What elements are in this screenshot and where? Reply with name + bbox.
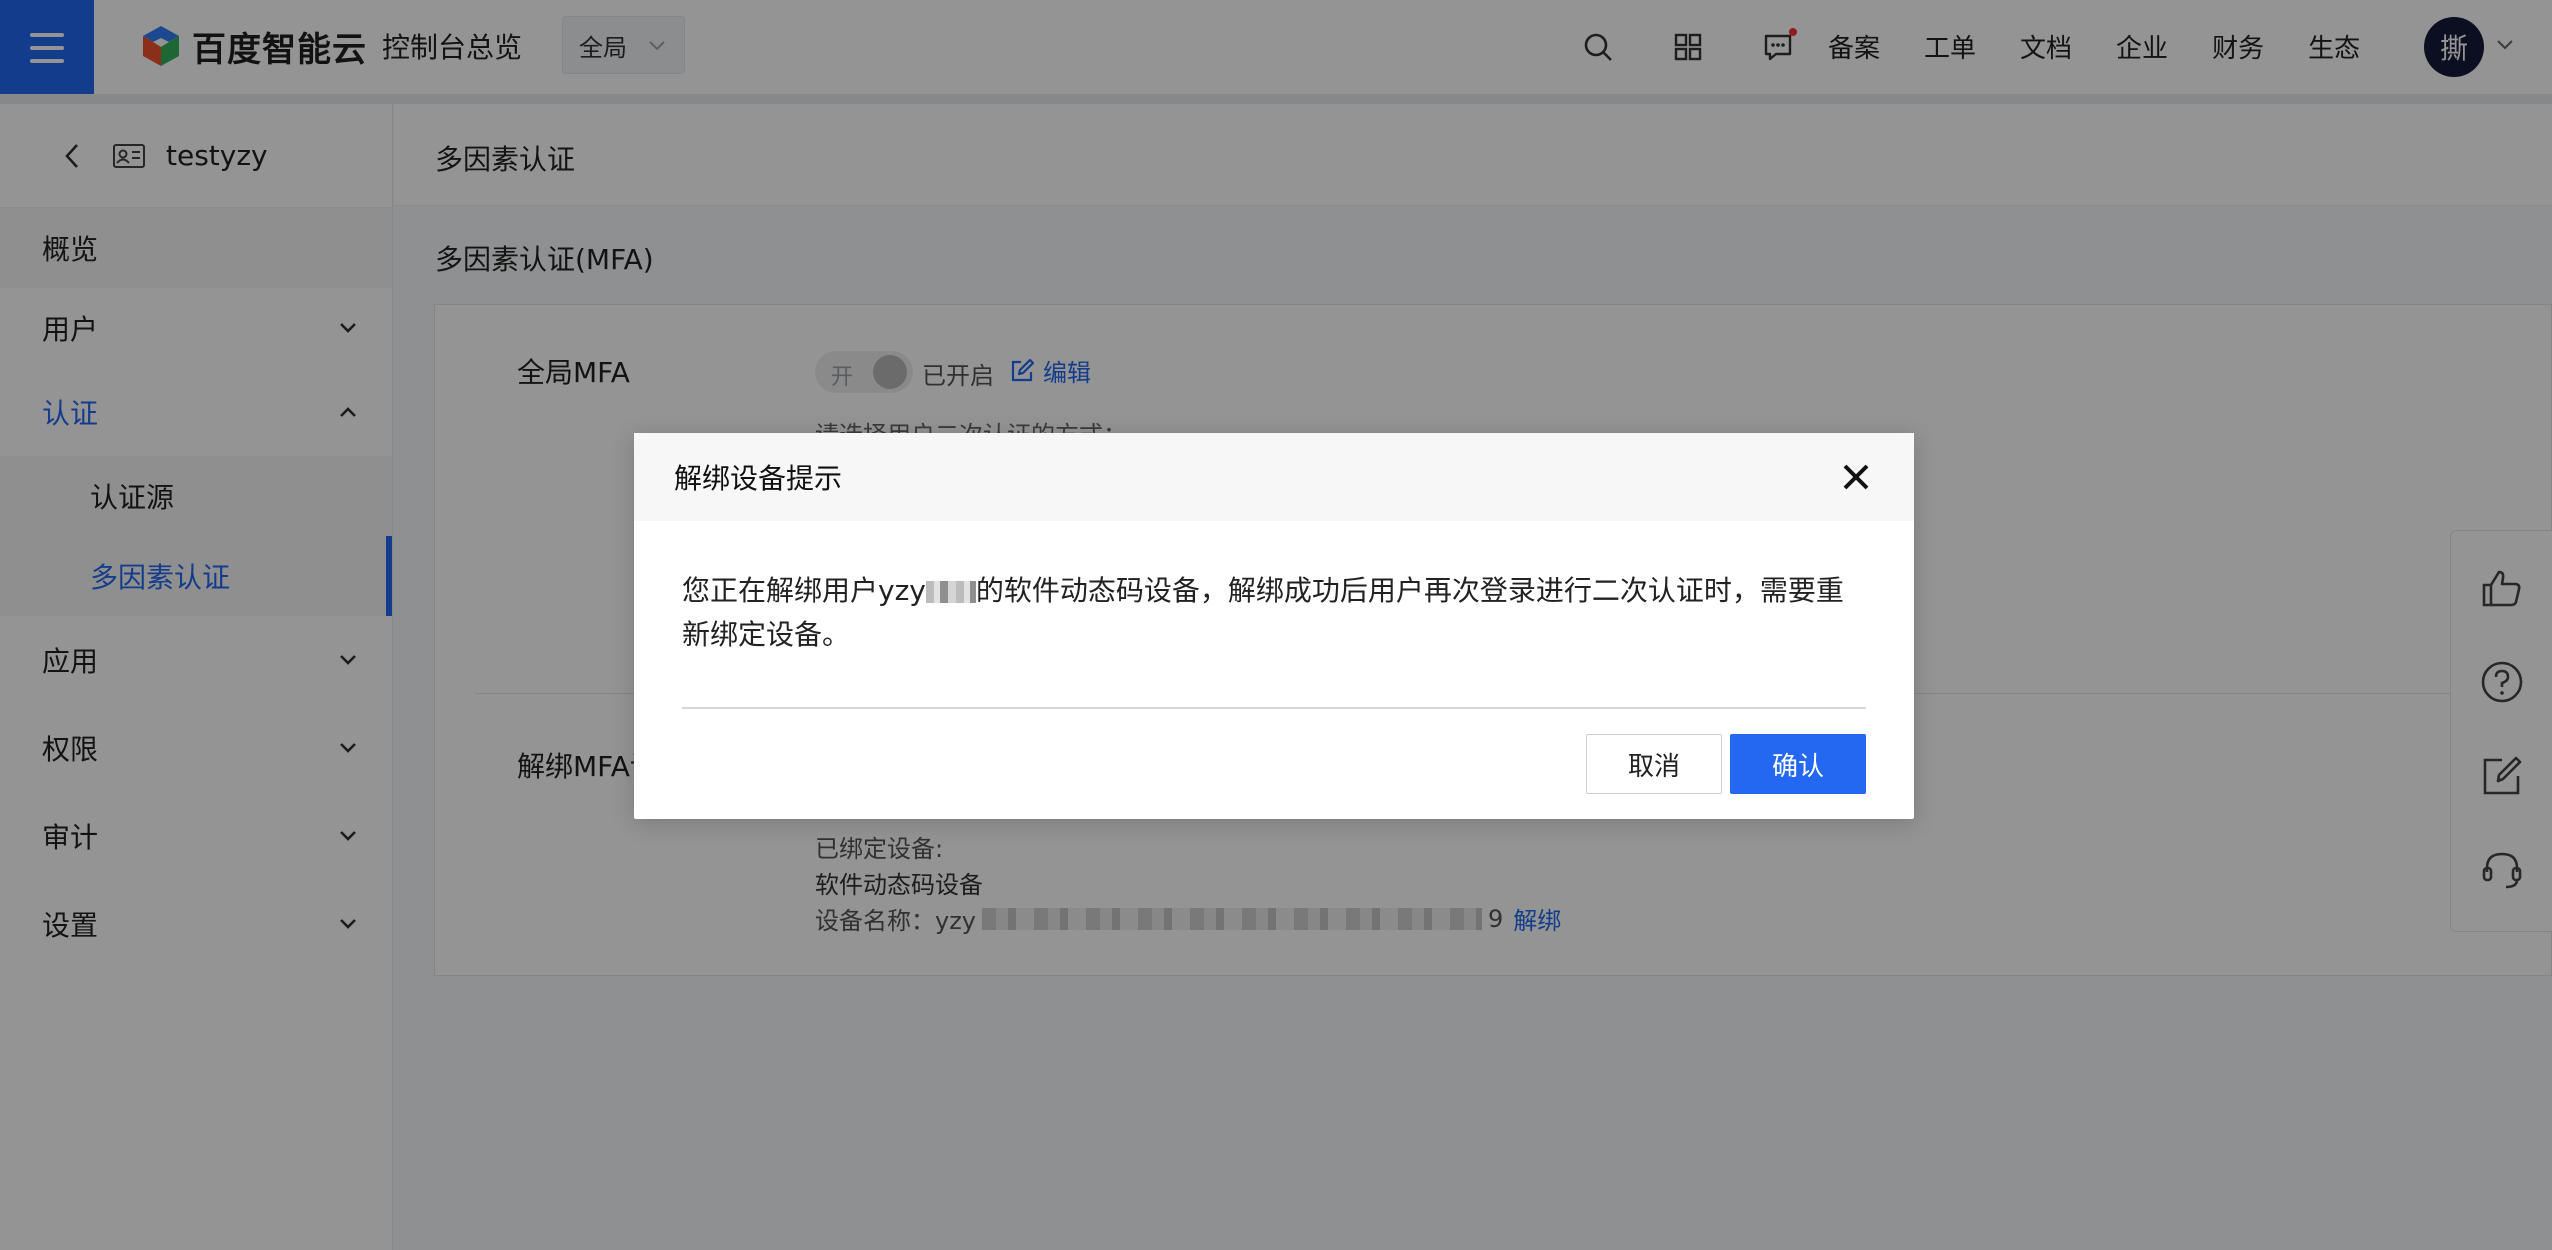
redacted-username bbox=[925, 581, 976, 603]
confirm-button[interactable]: 确认 bbox=[1730, 734, 1866, 794]
dialog-header: 解绑设备提示 bbox=[634, 433, 1914, 521]
dialog-title: 解绑设备提示 bbox=[674, 462, 843, 495]
dialog-footer: 取消 确认 bbox=[1586, 734, 1866, 794]
dialog-message: 您正在解绑用户yzy 的软件动态码设备，解绑成功后用户再次登录进行二次认证时，需要… bbox=[634, 521, 1914, 707]
dialog-divider bbox=[682, 707, 1866, 709]
dialog-message-start: 您正在解绑用户yzy bbox=[682, 574, 926, 607]
cancel-button[interactable]: 取消 bbox=[1586, 734, 1722, 794]
close-icon[interactable] bbox=[1838, 459, 1874, 495]
unbind-device-dialog: 解绑设备提示 您正在解绑用户yzy 的软件动态码设备，解绑成功后用户再次登录进行二… bbox=[634, 433, 1914, 819]
